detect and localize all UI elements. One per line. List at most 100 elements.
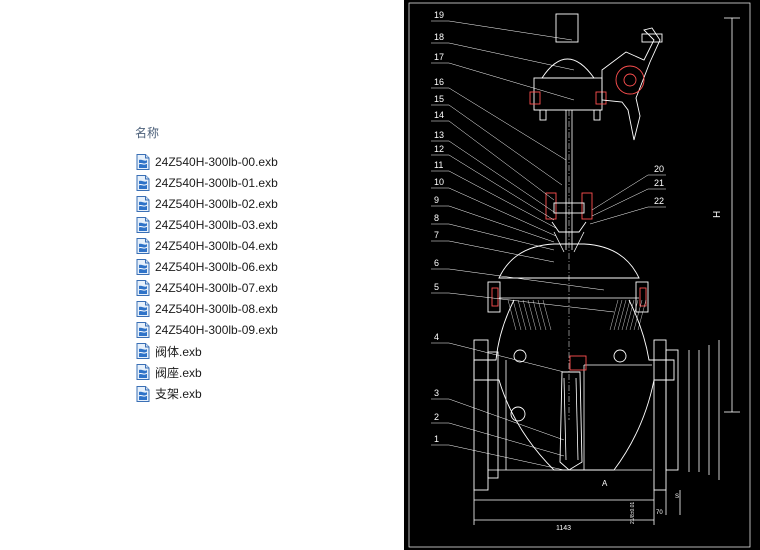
file-item[interactable]: 24Z540H-300lb-02.exb [136,193,278,214]
hatch-line [621,299,631,331]
part-number-label: 13 [434,130,444,140]
leader-line [448,444,565,471]
gear-box-flange-left [529,91,541,105]
leader-line [448,268,605,291]
file-item[interactable]: 24Z540H-300lb-03.exb [136,214,278,235]
file-item[interactable]: 24Z540H-300lb-07.exb [136,278,278,299]
file-item[interactable]: 24Z540H-300lb-06.exb [136,256,278,277]
leader-line [448,62,575,101]
name-column-header[interactable]: 名称 [135,124,159,141]
file-name: 支架.exb [155,387,202,402]
leader-line [448,170,557,229]
part-number-label: 10 [434,177,444,187]
file-item[interactable]: 24Z540H-300lb-01.exb [136,172,278,193]
hatch-line [617,299,627,331]
file-item[interactable]: 阀体.exb [136,341,278,362]
part-number-label: 11 [434,160,443,170]
part-number-label: 2 [434,412,439,422]
part-number-label: 20 [654,164,664,174]
exb-file-icon [136,322,150,339]
exb-file-icon [136,153,150,170]
file-name: 24Z540H-300lb-03.exb [155,217,278,232]
outlet-flange-right [653,339,667,491]
leader-line [591,174,649,211]
bonnet-bolt [491,287,499,307]
outlet-flange-right-outer [665,349,679,471]
file-explorer-pane: 名称 24Z540H-300lb-00.exb 24Z540H-300lb-01.… [0,0,404,550]
file-name: 24Z540H-300lb-06.exb [155,260,278,275]
file-name: 24Z540H-300lb-02.exb [155,196,278,211]
leader-line [448,154,555,221]
leader-line [448,292,615,313]
hatch-line [637,299,647,331]
valve-cross-section-drawing: 19181716151413121110987654321202122H1143… [408,2,751,548]
part-number-label: 6 [434,258,439,268]
part-number-label: 17 [434,52,444,62]
dimension-label: S [675,494,679,500]
part-number-label: 8 [434,213,439,223]
gate-top [569,355,587,371]
part-number-label: 15 [434,94,444,104]
exb-file-icon [136,195,150,212]
gear-box-body [533,77,603,111]
part-number-label: 3 [434,388,439,398]
body-hole [613,349,627,363]
hatch-line [527,299,537,331]
hatch-line [613,299,623,331]
inlet-flange-left [473,339,489,491]
part-number-label: 21 [654,178,664,188]
exb-file-icon [136,259,150,276]
valve-body [473,299,675,471]
file-list: 24Z540H-300lb-00.exb 24Z540H-300lb-01.exb… [136,151,278,404]
file-name: 24Z540H-300lb-04.exb [155,238,278,253]
leader-line [448,104,563,186]
wedge-gate [559,371,583,471]
file-name: 24Z540H-300lb-01.exb [155,175,278,190]
part-number-label: 7 [434,230,439,240]
leader-line [448,87,567,161]
bonnet-neck [573,231,585,253]
leader-line [448,240,555,263]
part-number-label: 5 [434,282,439,292]
handwheel-hub-inner [623,73,637,87]
hatch-line [633,299,643,331]
part-number-label: 22 [654,196,664,206]
file-name: 阀体.exb [155,344,202,359]
part-number-label: 18 [434,32,444,42]
leader-line [448,140,555,213]
file-item[interactable]: 支架.exb [136,383,278,404]
exb-file-icon [136,216,150,233]
file-item[interactable]: 24Z540H-300lb-08.exb [136,299,278,320]
leader-line [448,120,555,201]
file-name: 阀座.exb [155,365,202,380]
bonnet-bolt-right [581,192,593,220]
file-name: 24Z540H-300lb-07.exb [155,281,278,296]
hatch-line [532,299,542,331]
file-item[interactable]: 24Z540H-300lb-04.exb [136,235,278,256]
file-item[interactable]: 24Z540H-300lb-00.exb [136,151,278,172]
dimension-label: 21/8±0.01 [630,502,636,524]
exb-file-icon [136,343,150,360]
gear-box-foot-right [593,109,601,121]
dimension-label-H: H [712,211,723,218]
file-name: 24Z540H-300lb-09.exb [155,323,278,338]
handwheel-hub [615,65,645,95]
leader-line [448,20,573,41]
part-number-label: 14 [434,110,444,120]
exb-file-icon [136,385,150,402]
part-number-label: 1 [434,434,439,444]
leader-line [591,188,649,217]
file-item[interactable]: 24Z540H-300lb-09.exb [136,320,278,341]
bonnet-neck [553,231,565,253]
exb-file-icon [136,174,150,191]
body-hole [513,349,527,363]
handwheel-arm [601,27,661,141]
leader-line [448,398,565,441]
exb-file-icon [136,280,150,297]
part-number-label: 12 [434,144,444,154]
hatch-line [609,299,619,331]
file-item[interactable]: 阀座.exb [136,362,278,383]
dimension-label: 70 [656,510,663,516]
hatch-line [512,299,522,331]
inlet-flange-left-inner [487,351,499,479]
